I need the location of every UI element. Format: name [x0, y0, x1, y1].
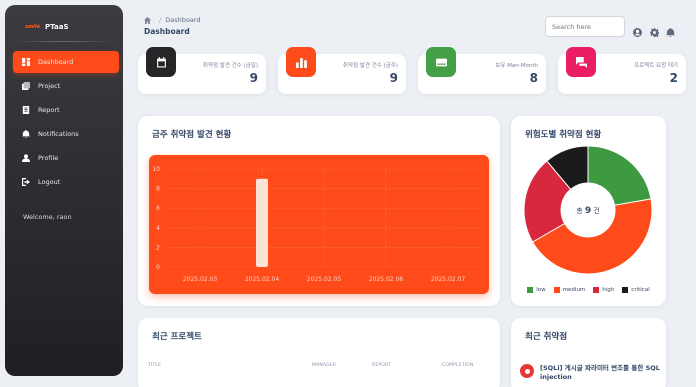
x-tick-label: 2025.02.03 [183, 276, 218, 283]
brand-name: PTaaS [45, 23, 69, 31]
severity-card: 위험도별 취약점 현황 총 9 건 low medium high critical [511, 116, 666, 306]
sidebar-item-label: Logout [38, 178, 61, 186]
legend-label: critical [631, 287, 650, 293]
card-title: 최근 프로젝트 [152, 332, 202, 342]
x-tick-label: 2025.02.07 [431, 276, 466, 283]
stat-card-week-vulns: 취약점 발견 건수 (금주) 9 [278, 47, 406, 94]
weekly-vulns-card: 금주 취약점 발견 현황 0 2 4 6 8 10 2025.02.03 2025.02.04… [138, 116, 500, 306]
legend-label: low [536, 287, 546, 293]
column-header-report: REPORT [372, 363, 391, 368]
legend-label: medium [562, 287, 586, 293]
y-tick-label: 0 [156, 264, 160, 271]
person-icon [21, 153, 31, 163]
stat-value: 9 [249, 71, 258, 85]
y-tick-label: 6 [156, 205, 160, 212]
donut-center-label: 총 9 건 [576, 206, 600, 216]
welcome-text: Welcome, raon [23, 213, 72, 221]
pie-slice-low[interactable] [587, 145, 652, 206]
legend-item-low[interactable]: low [527, 287, 546, 293]
stat-value: 8 [529, 71, 538, 85]
sidebar-item-label: Report [38, 106, 60, 114]
sidebar-item-logout[interactable]: Logout [13, 171, 119, 193]
bell-icon [21, 129, 31, 139]
legend-label: high [602, 287, 615, 293]
sidebar-nav: Dashboard Project Report Notifications P… [13, 51, 119, 195]
x-tick-label: 2025.02.05 [307, 276, 342, 283]
x-tick-label: 2025.02.04 [245, 276, 280, 283]
sidebar-item-dashboard[interactable]: Dashboard [13, 51, 119, 73]
sidebar-item-notifications[interactable]: Notifications [13, 123, 119, 145]
recent-projects-card: 최근 프로젝트 [138, 318, 500, 387]
y-tick-label: 4 [156, 225, 160, 232]
stat-label: 프로젝트 요청 대기 [634, 63, 678, 69]
breadcrumb-separator: / [159, 16, 162, 24]
project-icon [21, 81, 31, 91]
sidebar-divider [13, 41, 115, 42]
stat-value: 9 [389, 71, 398, 85]
stat-card-pending-requests: 프로젝트 요청 대기 2 [558, 47, 686, 94]
bar-chart-svg: 0 2 4 6 8 10 2025.02.03 2025.02.04 2025.02.05 202… [152, 166, 479, 283]
sidebar-item-project[interactable]: Project [13, 75, 119, 97]
chart-legend: low medium high critical [511, 287, 666, 293]
card-title: 최근 취약점 [525, 332, 568, 342]
vuln-list-item[interactable]: [SQLi] 게시글 파라미터 변조를 통한 SQL injection [520, 364, 660, 382]
card-title: 금주 취약점 발견 현황 [152, 130, 232, 140]
chat-icon [566, 47, 596, 77]
bar-chart-icon [286, 47, 316, 77]
card-icon [426, 47, 456, 77]
vuln-title: [SQLi] 게시글 파라미터 변조를 통한 SQL injection [540, 364, 660, 381]
sidebar-item-label: Profile [38, 154, 59, 162]
column-header-manager: MANAGER [312, 363, 337, 368]
report-icon [21, 105, 31, 115]
breadcrumb: / Dashboard [144, 16, 200, 24]
page-title: Dashboard [144, 27, 190, 36]
legend-swatch [593, 287, 600, 293]
bar[interactable] [256, 178, 268, 267]
stat-card-today-vulns: 취약점 발견 건수 (금일) 9 [138, 47, 266, 94]
legend-swatch [527, 287, 534, 293]
sidebar-item-label: Dashboard [38, 58, 74, 66]
home-icon[interactable] [144, 16, 151, 24]
search-input[interactable] [545, 16, 625, 37]
sidebar: ѕmile PTaaS Dashboard Project Report Not… [5, 5, 123, 376]
calendar-icon [146, 47, 176, 77]
legend-swatch [553, 287, 560, 293]
gear-icon[interactable] [650, 22, 660, 38]
legend-item-medium[interactable]: medium [553, 287, 586, 293]
legend-item-critical[interactable]: critical [622, 287, 650, 293]
legend-swatch [622, 287, 629, 293]
sidebar-item-label: Notifications [38, 130, 79, 138]
y-tick-label: 2 [156, 244, 160, 251]
account-icon[interactable] [633, 22, 642, 37]
stat-label: 취약점 발견 건수 (금일) [202, 63, 258, 69]
sidebar-item-profile[interactable]: Profile [13, 147, 119, 169]
brand[interactable]: ѕmile PTaaS [25, 21, 69, 33]
sidebar-item-label: Project [38, 82, 61, 90]
dashboard-icon [21, 57, 31, 67]
logout-icon [21, 177, 31, 187]
y-tick-label: 10 [152, 166, 160, 173]
legend-item-high[interactable]: high [593, 287, 614, 293]
breadcrumb-current: Dashboard [165, 16, 201, 24]
column-header-completion: COMPLETION [442, 363, 474, 368]
x-tick-label: 2025.02.06 [369, 276, 404, 283]
sidebar-item-report[interactable]: Report [13, 99, 119, 121]
stat-value: 2 [669, 71, 678, 85]
bar-chart: 0 2 4 6 8 10 2025.02.03 2025.02.04 2025.02.05 202… [149, 155, 489, 294]
column-header-title: TITLE [148, 363, 162, 368]
brand-logo: ѕmile [25, 24, 41, 30]
y-tick-label: 8 [156, 186, 160, 193]
stat-card-man-month: 보유 Man-Month 8 [418, 47, 546, 94]
bell-icon[interactable] [666, 22, 675, 37]
stat-label: 보유 Man-Month [495, 63, 538, 69]
severity-donut-chart: 총 9 건 [523, 145, 653, 275]
alert-icon [520, 364, 534, 378]
stat-label: 취약점 발견 건수 (금주) [342, 63, 398, 69]
